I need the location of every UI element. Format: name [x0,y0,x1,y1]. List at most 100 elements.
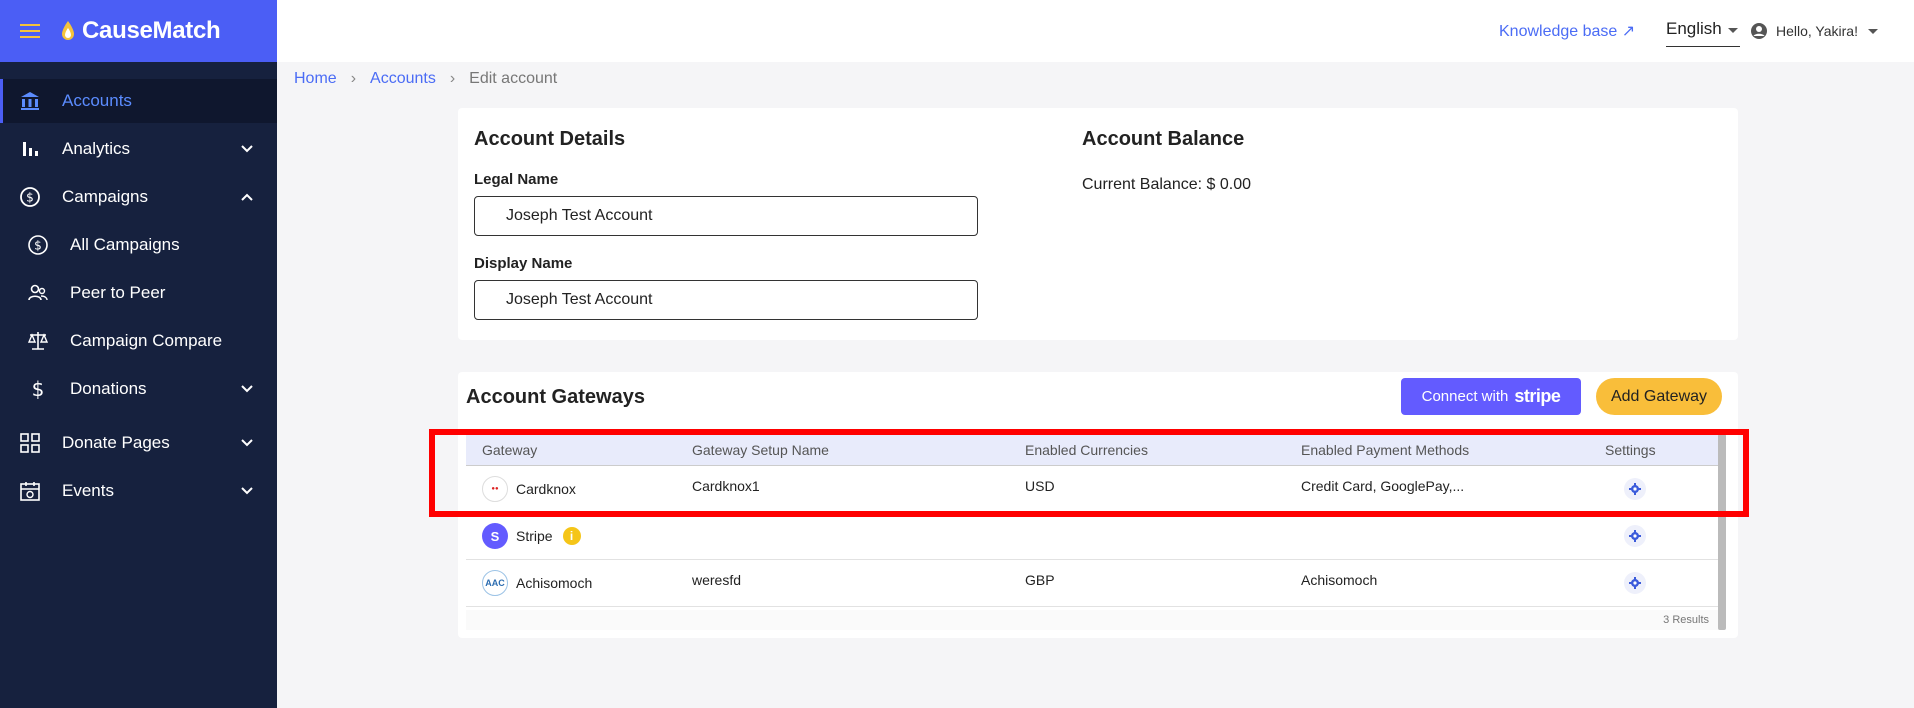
legal-name-input[interactable]: Joseph Test Account [474,196,978,236]
dollar-circle-icon: $ [18,185,42,209]
column-header: Enabled Currencies [1025,441,1148,458]
gear-icon[interactable] [1624,525,1646,547]
achisomoch-logo-icon: AAC [482,570,508,596]
table-header: Gateway Gateway Setup Name Enabled Curre… [466,434,1721,466]
grid-icon [18,431,42,455]
sidebar-item-label: Campaigns [62,187,148,206]
gateway-name: Stripe [516,528,553,544]
chevron-down-icon [241,487,253,495]
settings-cell [1624,513,1646,559]
knowledge-base-link[interactable]: Knowledge base ↗ [1499,21,1635,41]
gear-icon[interactable] [1624,572,1646,594]
table-row[interactable]: ●● Cardknox Cardknox1 USD Credit Card, G… [466,466,1721,513]
column-header: Gateway Setup Name [692,441,829,458]
account-details-card: Account Details Legal Name Joseph Test A… [458,108,1738,340]
gateway-name: Cardknox [516,481,576,497]
scale-icon [26,329,50,353]
calendar-icon [18,479,42,503]
column-header: Gateway [482,441,538,458]
table-row[interactable]: S Stripe i [466,513,1721,560]
bank-icon [18,89,42,113]
account-circle-icon [1751,23,1767,39]
user-greeting: Hello, Yakira! [1776,23,1858,39]
sidebar-item-all-campaigns[interactable]: $ All Campaigns [0,223,277,267]
language-value: English [1666,19,1722,38]
gateways-table: Gateway Gateway Setup Name Enabled Curre… [466,434,1721,607]
caret-down-icon [1867,28,1878,34]
dollar-circle-icon: $ [26,233,50,257]
svg-text:$: $ [32,378,45,400]
chevron-down-icon [241,145,253,153]
legal-name-label: Legal Name [474,171,559,188]
cardknox-logo-icon: ●● [482,476,508,502]
svg-text:$: $ [26,191,34,205]
sidebar: CauseMatch Accounts Analytics $ Campaign… [0,0,277,708]
add-gateway-button[interactable]: Add Gateway [1596,378,1722,415]
stripe-wordmark: stripe [1514,386,1561,406]
language-select[interactable]: English [1666,19,1740,47]
connect-label: Connect with [1421,388,1509,405]
bar-chart-icon [18,137,42,161]
brand-name: CauseMatch [82,17,221,44]
top-bar: Knowledge base ↗ English Hello, Yakira! [277,0,1914,62]
svg-text:$: $ [34,239,42,253]
sidebar-item-donations[interactable]: $ Donations [0,367,277,411]
column-header: Enabled Payment Methods [1301,441,1470,458]
sidebar-item-analytics[interactable]: Analytics [0,127,277,171]
settings-cell [1624,560,1646,606]
sidebar-item-label: Campaign Compare [70,331,223,350]
table-scrollbar[interactable] [1718,434,1726,630]
sidebar-item-peer-to-peer[interactable]: Peer to Peer [0,271,277,315]
account-gateways-card: Account Gateways Connect with stripe Add… [458,372,1738,638]
chevron-right-icon: › [350,70,357,87]
setup-name-cell: weresfd [692,572,742,588]
current-balance: Current Balance: $ 0.00 [1082,176,1251,193]
display-name-value: Joseph Test Account [506,291,653,308]
sidebar-item-label: All Campaigns [70,235,180,254]
currencies-cell: GBP [1025,572,1055,588]
breadcrumb: Home › Accounts › Edit account [294,70,557,88]
caret-down-icon [1728,28,1738,33]
sidebar-item-campaigns[interactable]: $ Campaigns [0,175,277,219]
account-balance-title: Account Balance [1082,128,1245,150]
column-header: Settings [1605,441,1656,458]
user-menu[interactable]: Hello, Yakira! [1750,22,1878,40]
sidebar-item-label: Events [62,481,114,500]
gateway-cell: ●● Cardknox [482,466,576,512]
chevron-down-icon [241,439,253,447]
legal-name-value: Joseph Test Account [506,207,653,224]
sidebar-item-events[interactable]: Events [0,469,277,513]
account-details-title: Account Details [474,128,626,150]
sidebar-item-donate-pages[interactable]: Donate Pages [0,421,277,465]
gear-icon[interactable] [1624,478,1646,500]
connect-stripe-button[interactable]: Connect with stripe [1401,378,1581,415]
payment-methods-cell: Credit Card, GooglePay,... [1301,478,1465,494]
sidebar-item-label: Peer to Peer [70,283,166,302]
gateway-cell: S Stripe i [482,513,581,559]
sidebar-item-label: Donations [70,379,147,398]
results-count: 3 Results [466,610,1721,630]
chevron-right-icon: › [449,70,456,87]
drop-logo-icon [62,21,74,40]
hamburger-menu-icon[interactable] [20,23,40,39]
dollar-icon: $ [26,377,50,401]
gateway-name: Achisomoch [516,575,593,591]
sidebar-item-accounts[interactable]: Accounts [0,79,277,123]
settings-cell [1624,466,1646,512]
chevron-up-icon [241,193,253,201]
breadcrumb-current: Edit account [469,70,558,87]
sidebar-item-campaign-compare[interactable]: Campaign Compare [0,319,277,363]
setup-name-cell: Cardknox1 [692,478,760,494]
sidebar-item-label: Analytics [62,139,131,158]
brand-bar: CauseMatch [0,0,277,62]
display-name-input[interactable]: Joseph Test Account [474,280,978,320]
breadcrumb-accounts[interactable]: Accounts [370,70,436,88]
stripe-logo-icon: S [482,523,508,549]
gateway-cell: AAC Achisomoch [482,560,592,606]
sidebar-item-label: Accounts [62,91,132,110]
table-row[interactable]: AAC Achisomoch weresfd GBP Achisomoch [466,560,1721,607]
people-icon [26,281,50,305]
breadcrumb-home[interactable]: Home [294,70,337,88]
info-icon[interactable]: i [562,527,581,545]
chevron-down-icon [241,385,253,393]
